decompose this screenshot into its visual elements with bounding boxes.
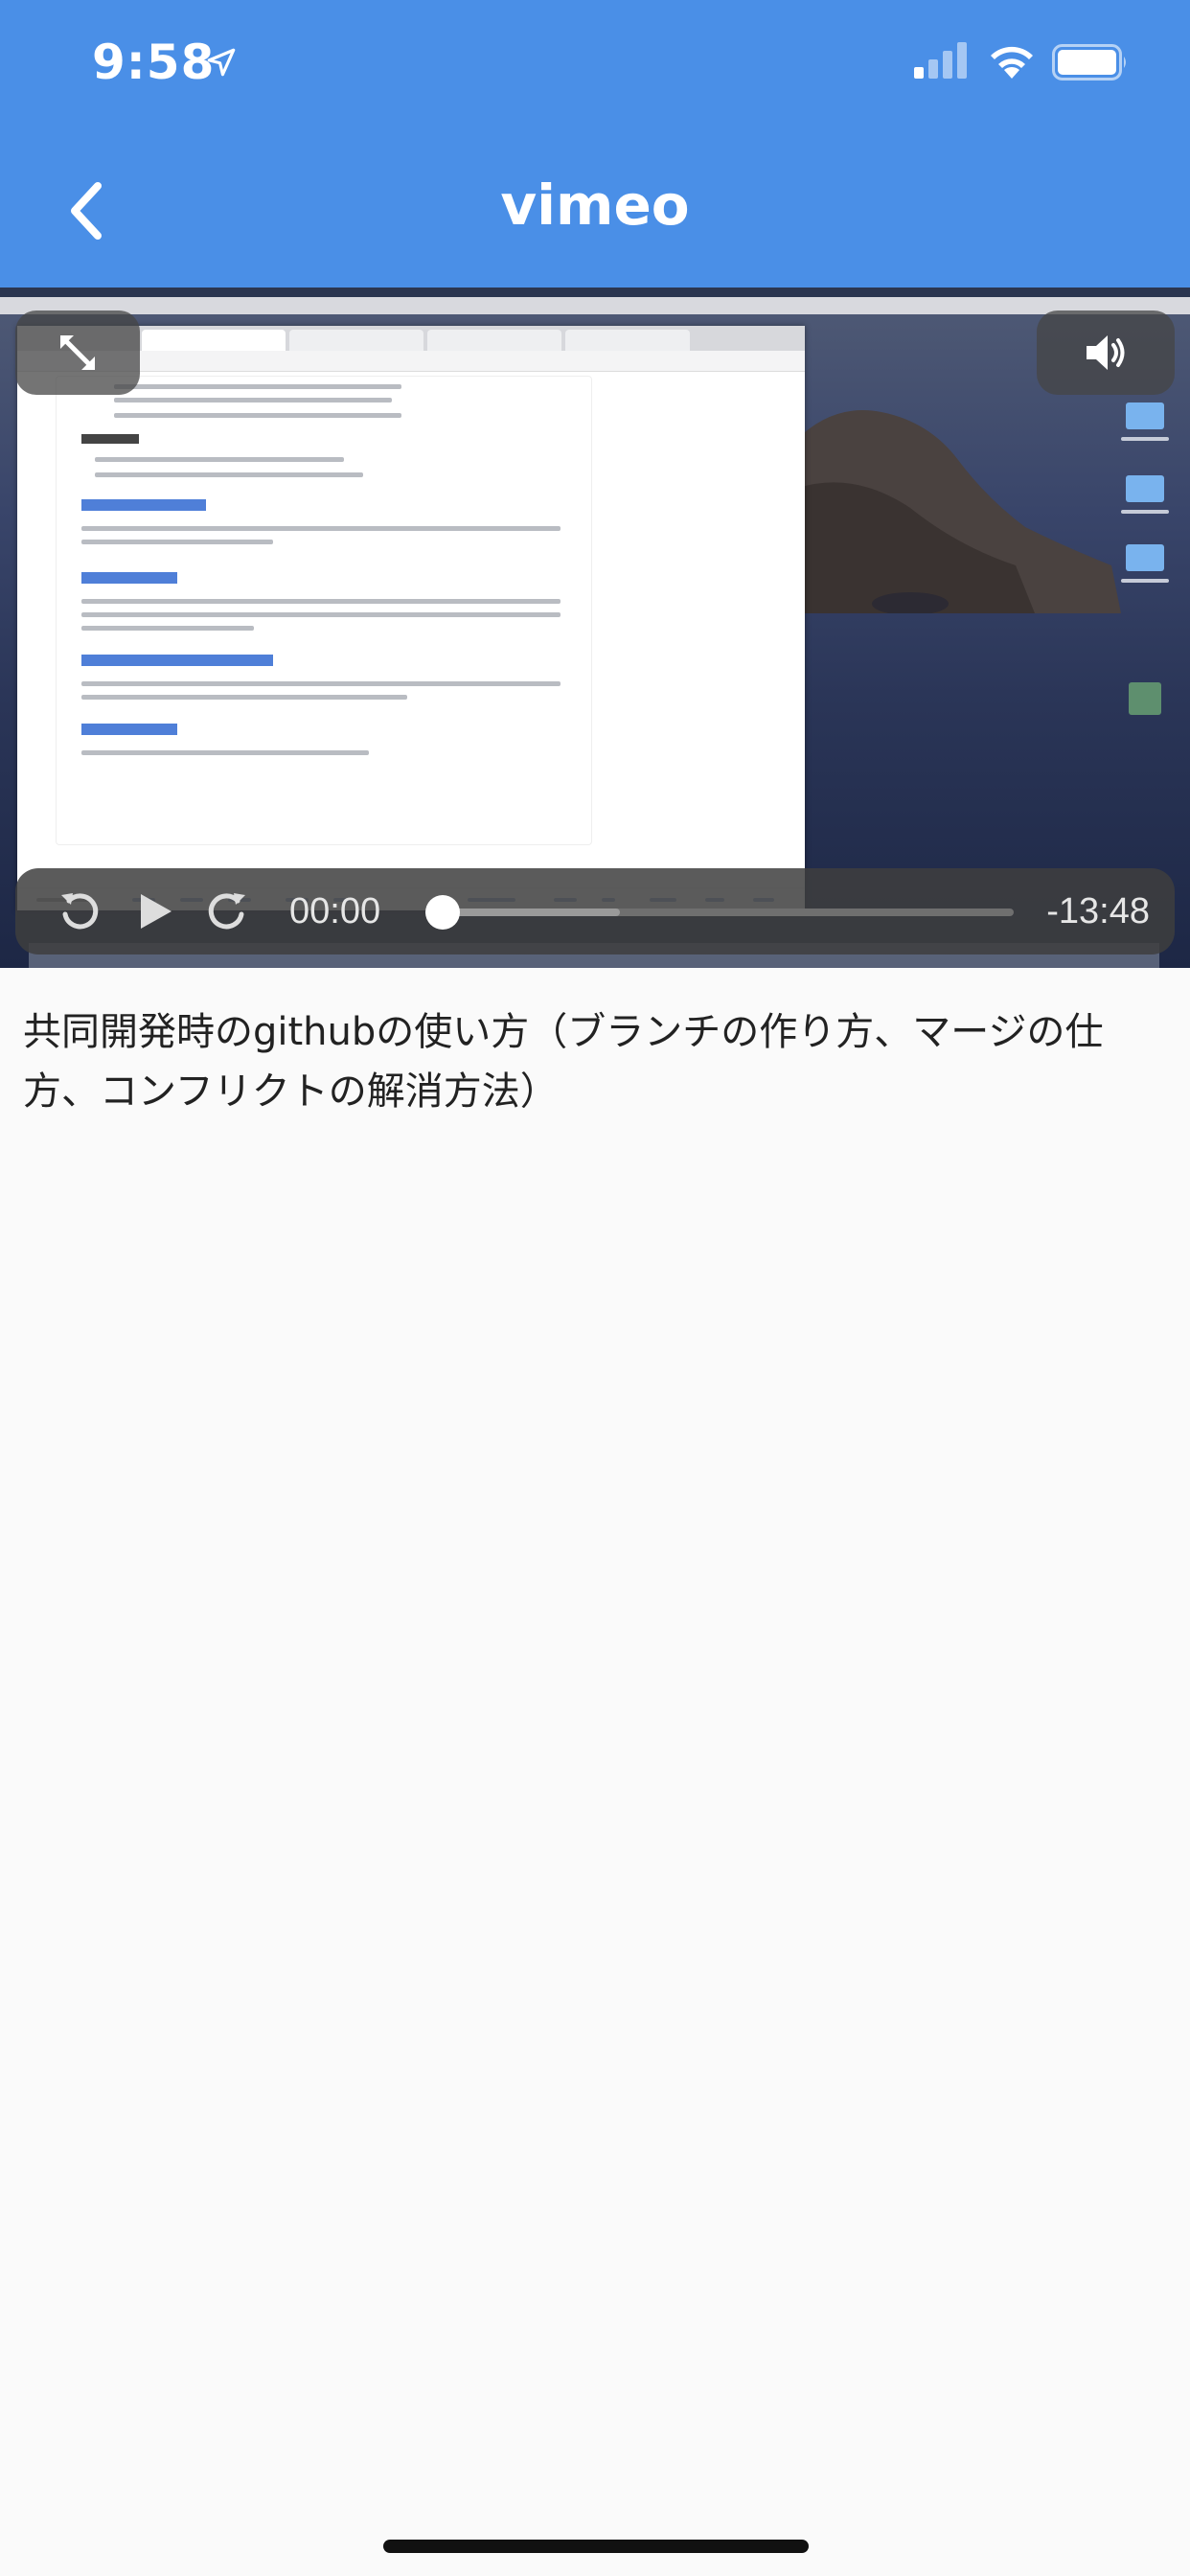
text-line bbox=[81, 540, 273, 544]
video-content-browser bbox=[17, 326, 805, 910]
browser-tab bbox=[142, 330, 286, 351]
rewind-icon bbox=[61, 893, 99, 930]
volume-icon bbox=[1087, 335, 1125, 370]
location-arrow-icon bbox=[207, 48, 236, 77]
text-line bbox=[95, 472, 363, 477]
forward-button[interactable] bbox=[201, 886, 253, 937]
video-content-menubar bbox=[0, 297, 1190, 314]
expand-icon bbox=[60, 335, 95, 370]
remaining-time: -13:48 bbox=[1046, 891, 1150, 932]
doc-heading-mark bbox=[81, 434, 139, 444]
doc-heading-mark bbox=[81, 724, 177, 735]
video-description: 共同開発時のgithubの使い方（ブランチの作り方、マージの仕方、コンフリクトの… bbox=[23, 1010, 1104, 1114]
text-line bbox=[81, 599, 561, 604]
browser-tab bbox=[565, 330, 690, 351]
browser-tab bbox=[427, 330, 561, 351]
fullscreen-button[interactable] bbox=[15, 310, 140, 395]
doc-heading-mark bbox=[81, 655, 273, 666]
status-time: 9:58 bbox=[92, 34, 216, 90]
video-content-landscape bbox=[795, 410, 1121, 613]
rewind-button[interactable] bbox=[54, 886, 105, 937]
text-line bbox=[81, 750, 369, 755]
current-time: 00:00 bbox=[289, 891, 381, 932]
browser-tab bbox=[289, 330, 423, 351]
desktop-folder bbox=[1126, 402, 1164, 429]
progress-scrubber[interactable] bbox=[425, 895, 1014, 930]
text-line bbox=[81, 695, 407, 700]
play-icon bbox=[141, 894, 172, 929]
forward-icon bbox=[208, 893, 245, 930]
text-line bbox=[114, 413, 401, 418]
text-line bbox=[81, 681, 561, 686]
text-line bbox=[81, 526, 561, 531]
play-button[interactable] bbox=[128, 886, 180, 937]
doc-heading-mark bbox=[81, 572, 177, 584]
text-line bbox=[114, 384, 401, 389]
page-title: vimeo bbox=[500, 172, 690, 238]
battery-icon bbox=[1052, 44, 1126, 80]
desktop-app bbox=[1129, 682, 1161, 715]
home-indicator bbox=[383, 2540, 809, 2553]
navigation-bar: vimeo bbox=[0, 134, 1190, 278]
cellular-signal-icon bbox=[914, 42, 967, 79]
text-line bbox=[95, 457, 344, 462]
scrubber-handle[interactable] bbox=[425, 895, 460, 930]
video-player[interactable]: 00:00 -13:48 bbox=[0, 288, 1190, 968]
volume-button[interactable] bbox=[1037, 310, 1175, 395]
playback-controls: 00:00 -13:48 bbox=[15, 868, 1175, 954]
doc-heading-mark bbox=[81, 499, 206, 511]
app-header: 9:58 vimeo bbox=[0, 0, 1190, 288]
video-frame[interactable] bbox=[0, 288, 1190, 968]
desktop-label bbox=[1121, 510, 1169, 514]
document-content bbox=[56, 376, 592, 845]
text-line bbox=[114, 398, 392, 402]
desktop-label bbox=[1121, 579, 1169, 583]
desktop-folder bbox=[1126, 544, 1164, 571]
desktop-folder bbox=[1126, 475, 1164, 502]
desktop-label bbox=[1121, 437, 1169, 441]
text-line bbox=[81, 626, 254, 631]
text-line bbox=[81, 612, 561, 617]
wifi-icon bbox=[991, 46, 1033, 79]
status-bar: 9:58 bbox=[0, 0, 1190, 126]
